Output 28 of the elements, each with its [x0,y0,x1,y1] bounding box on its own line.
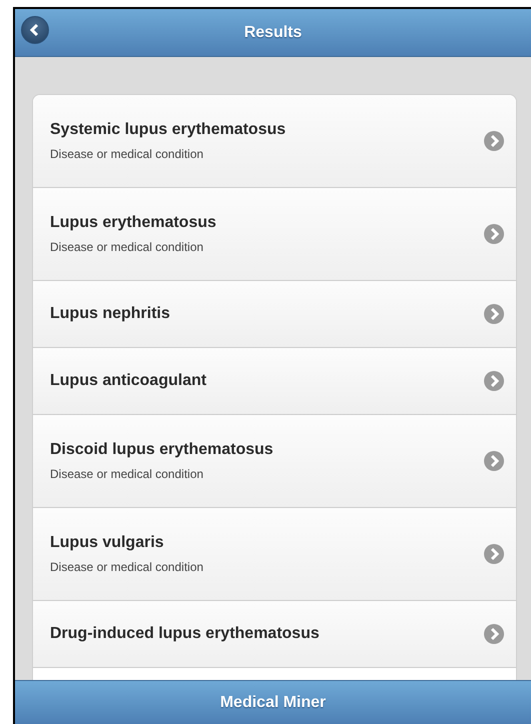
result-title: Discoid lupus erythematosus [50,441,274,459]
result-subtitle: Disease or medical condition [50,560,204,574]
chevron-right-icon [484,131,504,151]
result-title: Lupus nephritis [50,305,170,323]
result-item[interactable]: Lupus vulgaris Disease or medical condition [33,508,516,601]
header-title: Results [244,24,302,42]
result-title: Drug-induced lupus erythematosus [50,625,320,643]
result-title: Lupus vulgaris [50,534,164,552]
result-title: Lupus anticoagulant [50,372,206,390]
result-item[interactable]: Lupus anticoagulant [33,348,516,415]
result-title: Lupus erythematosus [50,214,216,232]
result-title: Systemic lupus erythematosus [50,121,286,139]
result-item[interactable]: Lupus nephritis [33,281,516,348]
result-subtitle: Disease or medical condition [50,467,204,481]
back-button[interactable] [21,16,49,44]
footer-title: Medical Miner [220,694,326,712]
result-item[interactable]: Systemic lupus erythematosus Disease or medical condition [33,95,516,188]
chevron-right-icon [484,371,504,391]
chevron-right-icon [484,544,504,564]
result-subtitle: Disease or medical condition [50,147,204,161]
chevron-right-icon [484,304,504,324]
result-subtitle: Disease or medical condition [50,240,204,254]
chevron-right-icon [484,224,504,244]
chevron-right-icon [484,451,504,471]
result-item[interactable]: Drug-induced lupus erythematosus [33,601,516,668]
chevron-right-icon [484,624,504,644]
result-item[interactable]: Lupus erythematosus Disease or medical condition [33,188,516,281]
result-item[interactable]: Discoid lupus erythematosus Disease or medical condition [33,415,516,508]
